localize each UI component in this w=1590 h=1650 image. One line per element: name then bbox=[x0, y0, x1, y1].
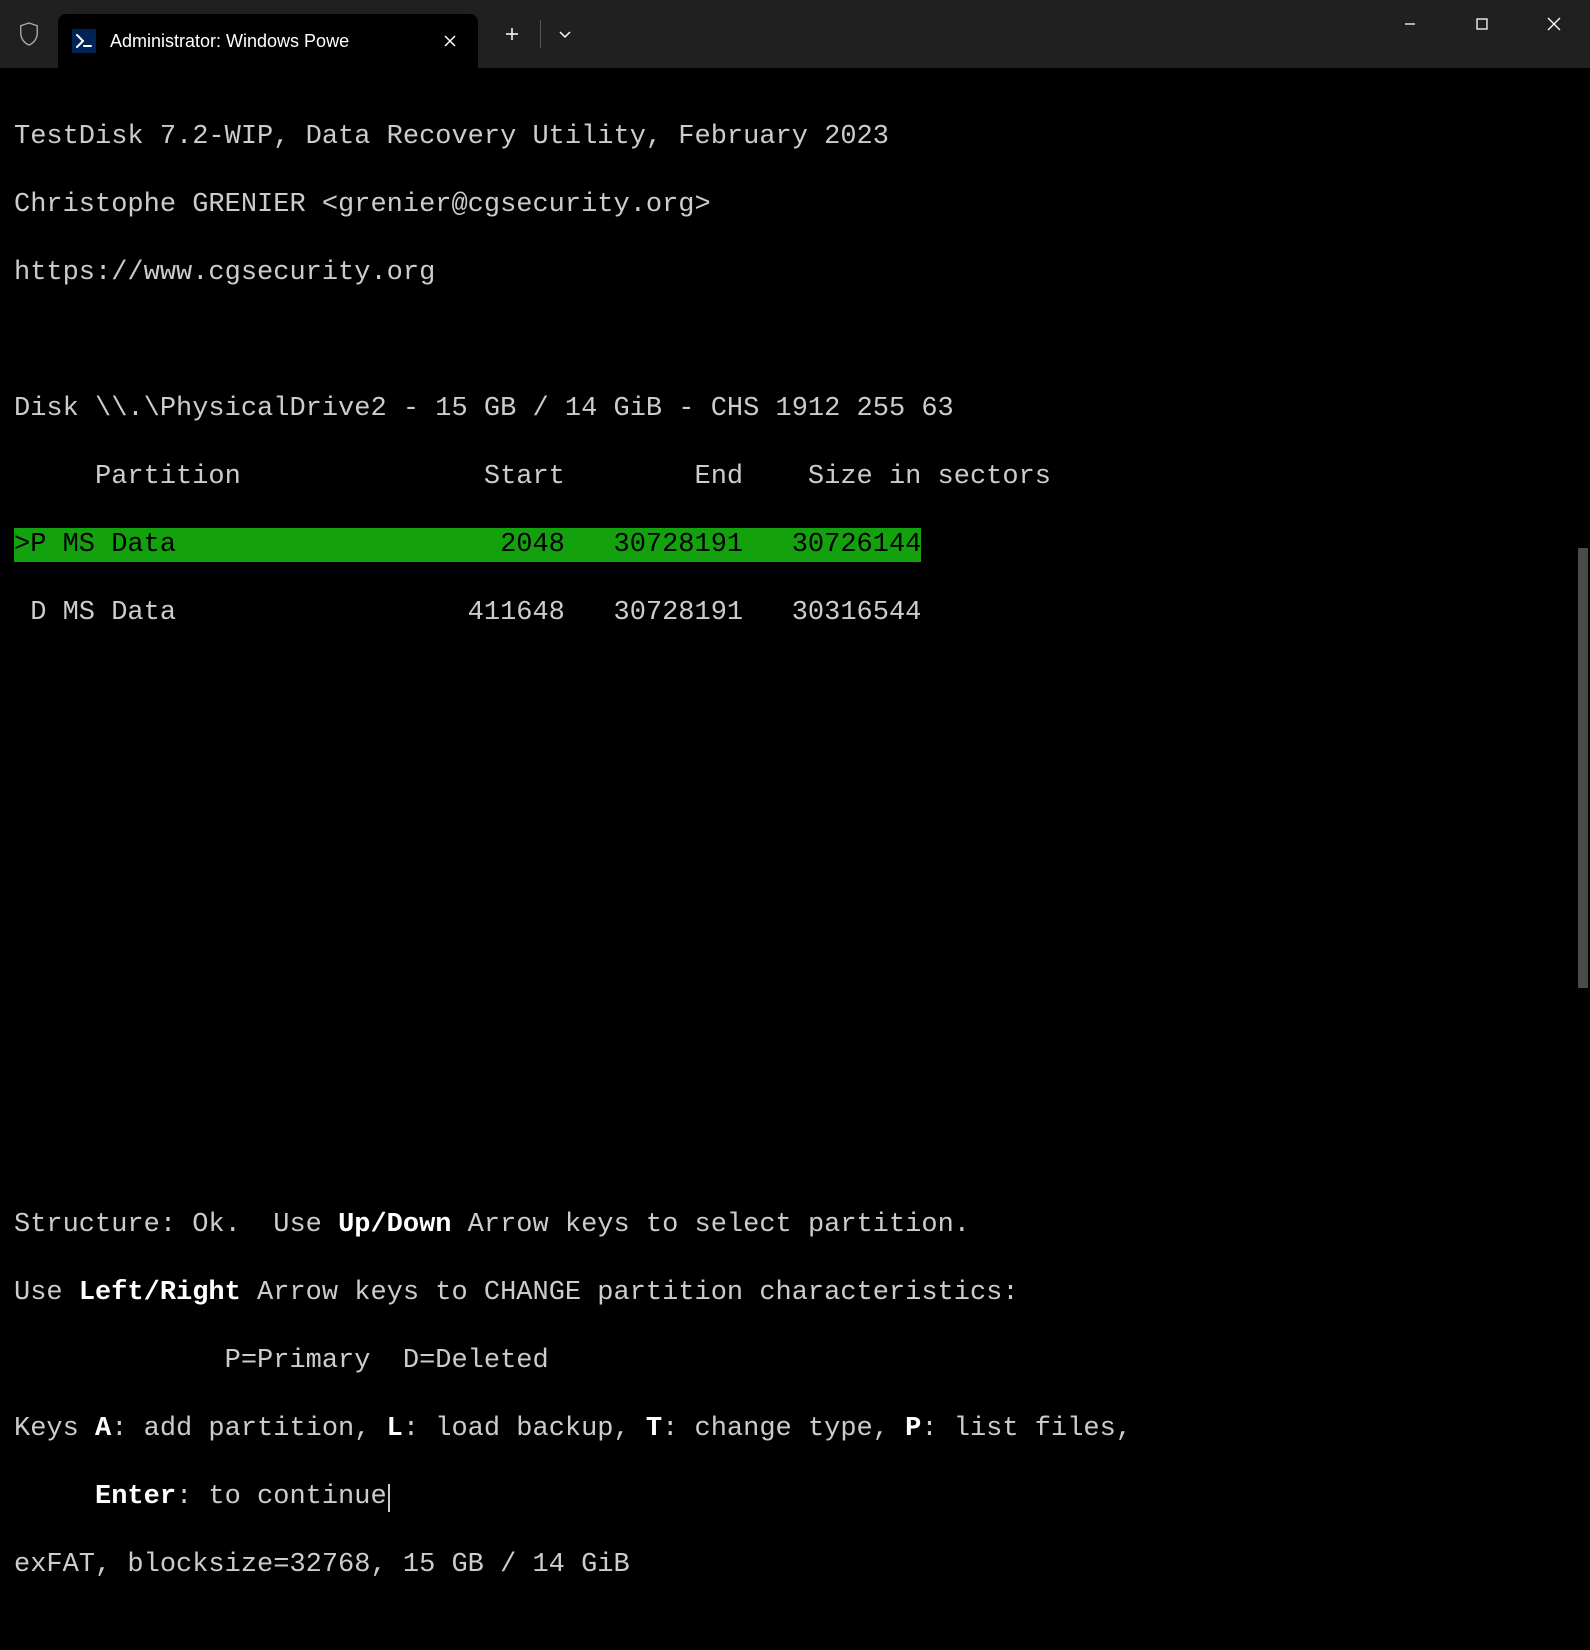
tabbar-divider bbox=[540, 20, 541, 48]
minimize-button[interactable] bbox=[1374, 0, 1446, 48]
tab-title: Administrator: Windows Powe bbox=[110, 31, 424, 52]
terminal-line: Keys A: add partition, L: load backup, T… bbox=[14, 1412, 1576, 1446]
powershell-icon bbox=[72, 29, 96, 53]
new-tab-button[interactable] bbox=[488, 10, 536, 58]
terminal-line: P=Primary D=Deleted bbox=[14, 1344, 1576, 1378]
terminal-line bbox=[14, 1004, 1576, 1038]
terminal-line bbox=[14, 800, 1576, 834]
admin-shield-icon bbox=[0, 21, 58, 47]
terminal-line bbox=[14, 936, 1576, 970]
close-window-button[interactable] bbox=[1518, 0, 1590, 48]
terminal-line: Structure: Ok. Use Up/Down Arrow keys to… bbox=[14, 1208, 1576, 1242]
maximize-button[interactable] bbox=[1446, 0, 1518, 48]
terminal-line bbox=[14, 732, 1576, 766]
terminal-line: TestDisk 7.2-WIP, Data Recovery Utility,… bbox=[14, 120, 1576, 154]
scrollbar-thumb[interactable] bbox=[1578, 548, 1588, 988]
terminal-line bbox=[14, 324, 1576, 358]
tab-dropdown-button[interactable] bbox=[545, 10, 585, 58]
terminal-line: Enter: to continue bbox=[14, 1480, 1576, 1514]
terminal-line bbox=[14, 1140, 1576, 1174]
terminal-line: Partition Start End Size in sectors bbox=[14, 460, 1576, 494]
terminal-line bbox=[14, 1072, 1576, 1106]
terminal-line: https://www.cgsecurity.org bbox=[14, 256, 1576, 290]
active-tab[interactable]: Administrator: Windows Powe bbox=[58, 14, 478, 68]
partition-row-selected[interactable]: >P MS Data 2048 30728191 30726144 bbox=[14, 528, 1576, 562]
tab-close-button[interactable] bbox=[438, 29, 462, 53]
terminal-line bbox=[14, 868, 1576, 902]
terminal-content[interactable]: TestDisk 7.2-WIP, Data Recovery Utility,… bbox=[0, 68, 1590, 991]
terminal-line: Christophe GRENIER <grenier@cgsecurity.o… bbox=[14, 188, 1576, 222]
terminal-line: exFAT, blocksize=32768, 15 GB / 14 GiB bbox=[14, 1548, 1576, 1582]
window-controls bbox=[1374, 0, 1590, 48]
terminal-line: Use Left/Right Arrow keys to CHANGE part… bbox=[14, 1276, 1576, 1310]
text-cursor bbox=[388, 1484, 390, 1512]
titlebar: Administrator: Windows Powe bbox=[0, 0, 1590, 68]
partition-row[interactable]: D MS Data 411648 30728191 30316544 bbox=[14, 596, 1576, 630]
terminal-line: Disk \\.\PhysicalDrive2 - 15 GB / 14 GiB… bbox=[14, 392, 1576, 426]
terminal-line bbox=[14, 664, 1576, 698]
